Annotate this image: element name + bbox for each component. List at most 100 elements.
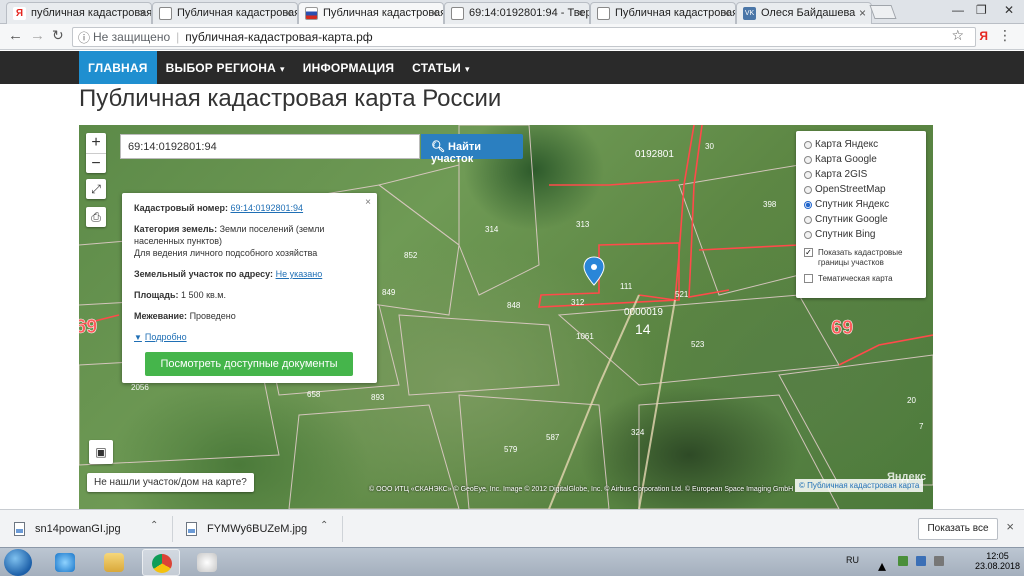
tray-app-icon[interactable] [898,556,908,566]
parcel-number-label: 1061 [576,332,594,341]
radio-button[interactable] [804,215,812,224]
browser-tab-1[interactable]: Я публичная кадастровая × [6,2,152,24]
cadastral-number-row: Кадастровый номер: 69:14:0192801:94 [134,202,365,214]
yandex-extension-icon[interactable]: Я [979,29,988,43]
details-toggle[interactable]: ▼ Подробно [134,331,365,344]
popup-close-icon[interactable]: × [365,197,371,208]
layer-option-google-map[interactable]: Карта Google [804,152,926,167]
nav-info[interactable]: ИНФОРМАЦИЯ [294,51,403,84]
browser-tab-5[interactable]: Публичная кадастровая × [590,2,736,24]
checkbox-checked[interactable]: ✓ [804,248,813,257]
taskbar-explorer[interactable] [95,549,133,576]
radio-button[interactable] [804,155,812,164]
tab-close-icon[interactable]: × [139,6,146,20]
layer-option-osm[interactable]: OpenStreetMap [804,182,926,197]
tab-close-icon[interactable]: × [431,6,438,20]
start-button[interactable] [4,549,32,576]
taskbar-chrome[interactable] [142,549,180,576]
back-arrow-icon[interactable]: ← [8,27,23,44]
nav-region[interactable]: ВЫБОР РЕГИОНА ▾ [157,51,294,84]
zoom-out-button[interactable]: − [86,153,106,173]
security-status[interactable]: Не защищено [93,30,170,44]
new-tab-button[interactable] [869,5,897,19]
parcel-number-label: 523 [691,340,705,349]
minimize-icon[interactable]: — [952,3,964,17]
web-page: ГЛАВНАЯ ВЫБОР РЕГИОНА ▾ ИНФОРМАЦИЯ СТАТЬИ… [0,51,1024,509]
pkk-link[interactable]: © Публичная кадастровая карта [795,479,924,492]
print-icon[interactable]: ⎙ [86,207,106,227]
checkbox-label: Показать кадастровые границы участков [818,248,903,267]
clock[interactable]: 12:05 23.08.2018 [975,551,1020,571]
parcel-boundary [377,164,460,246]
fullscreen-icon[interactable]: ⤢ [86,179,106,199]
cadastral-borders-toggle[interactable]: ✓ Показать кадастровые границы участков [804,248,926,268]
chevron-up-icon[interactable]: ⌃ [320,520,328,531]
window-close-icon[interactable]: ✕ [1004,3,1014,17]
tab-close-icon[interactable]: × [577,6,584,20]
thematic-map-toggle[interactable]: Тематическая карта [804,274,926,284]
survey-value: Проведено [189,311,236,321]
download-item[interactable]: FYMWy6BUZeM.jpg [186,517,307,541]
map-location-marker[interactable] [583,256,605,286]
radio-button[interactable] [804,230,812,239]
browser-menu-icon[interactable]: ⋮ [998,27,1012,44]
tab-close-icon[interactable]: × [723,6,730,20]
reload-icon[interactable]: ↻ [52,27,64,44]
legend-book-icon[interactable]: ▣ [89,440,113,464]
layer-option-yandex-satellite[interactable]: Спутник Яндекс [804,197,926,212]
info-icon[interactable]: ⓘ [78,29,90,46]
volume-icon[interactable] [934,556,944,566]
radio-button[interactable] [804,170,812,179]
layer-option-google-satellite[interactable]: Спутник Google [804,212,926,227]
tray-arrow-icon[interactable]: ▴ [878,556,888,575]
find-parcel-button[interactable]: 🔍︎ Найти участок [421,134,523,165]
clock-time: 12:05 [986,551,1009,561]
browser-tab-6[interactable]: VK Олеся Байдашева × [736,2,872,24]
network-icon[interactable] [916,556,926,566]
cadastral-search-input[interactable]: 69:14:0192801:94 [120,134,420,159]
layer-option-2gis-map[interactable]: Карта 2GIS [804,167,926,182]
download-item[interactable]: sn14powanGI.jpg [14,517,121,541]
satellite-map[interactable]: 0192801 30 313 314 852 849 848 312 111 5… [79,125,933,509]
show-all-downloads-button[interactable]: Показать все [918,518,998,540]
cadastral-number-link[interactable]: 69:14:0192801:94 [230,203,303,213]
checkbox[interactable] [804,274,813,283]
not-found-help-button[interactable]: Не нашли участок/дом на карте? [87,473,254,492]
browser-tab-3[interactable]: Публичная кадастровая × [298,2,444,25]
tab-title: Публичная кадастровая [177,7,298,19]
zoom-in-button[interactable]: + [86,133,106,153]
nav-articles[interactable]: СТАТЬИ ▾ [403,51,479,84]
taskbar-paint[interactable] [188,549,226,576]
maximize-icon[interactable]: ❐ [976,3,987,17]
nav-label: ИНФОРМАЦИЯ [302,61,395,75]
url-text[interactable]: публичная-кадастровая-карта.рф [185,30,372,44]
tab-title: 69:14:0192801:94 - Тверь [469,7,590,19]
close-downloads-icon[interactable]: × [1006,519,1014,534]
radio-button[interactable] [804,140,812,149]
tab-close-icon[interactable]: × [859,6,866,20]
view-documents-button[interactable]: Посмотреть доступные документы [145,352,353,376]
taskbar-ie[interactable] [46,549,84,576]
radio-button-selected[interactable] [804,200,812,209]
address-bar: ← → ↻ ⓘ Не защищено | публичная-кадастрова… [0,24,1024,50]
address-label: Земельный участок по адресу: [134,269,274,279]
url-field[interactable]: ⓘ Не защищено | публичная-кадастровая-карт… [72,27,976,47]
browser-tab-4[interactable]: 69:14:0192801:94 - Тверь × [444,2,590,24]
radio-button[interactable] [804,185,812,194]
layer-option-bing-satellite[interactable]: Спутник Bing [804,227,926,242]
chrome-icon [152,554,172,573]
tab-close-icon[interactable]: × [285,6,292,20]
parcel-boundary [778,354,933,486]
browser-tab-2[interactable]: Публичная кадастровая × [152,2,298,24]
nav-home[interactable]: ГЛАВНАЯ [79,51,157,84]
input-language[interactable]: RU [846,555,859,565]
parcel-number-label: 7 [919,422,924,431]
layer-option-yandex-map[interactable]: Карта Яндекс [804,137,926,152]
layer-label: Карта Google [815,154,877,165]
address-link[interactable]: Не указано [276,269,323,279]
chevron-up-icon[interactable]: ⌃ [150,520,158,531]
forward-arrow-icon[interactable]: → [30,27,45,44]
bookmark-star-icon[interactable]: ☆ [951,27,964,44]
download-filename: FYMWy6BUZeM.jpg [207,523,308,535]
clock-date: 23.08.2018 [974,561,1020,571]
